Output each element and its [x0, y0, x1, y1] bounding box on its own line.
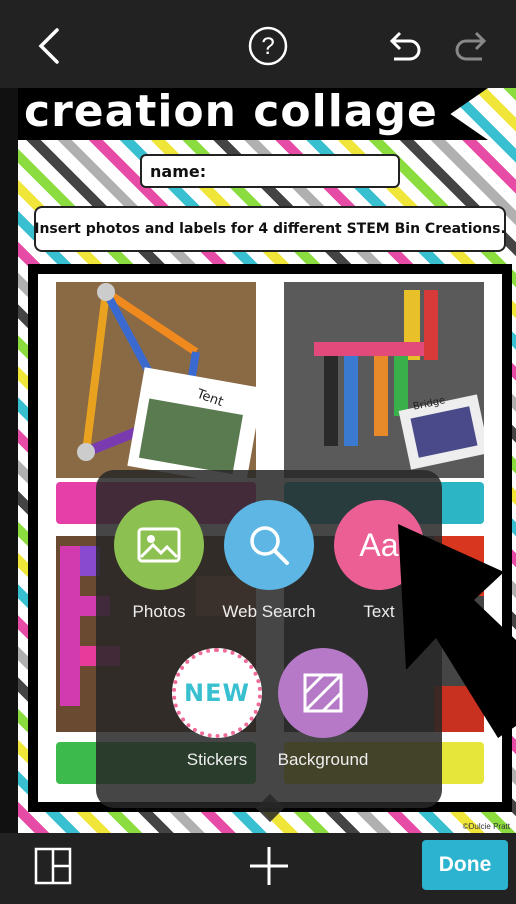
photos-label: Photos: [132, 602, 186, 621]
name-field[interactable]: name:: [140, 154, 400, 188]
stickers-label: Stickers: [186, 750, 248, 769]
image-icon: [137, 527, 181, 563]
web-search-label: Web Search: [222, 602, 316, 621]
background-label: Background: [277, 750, 369, 769]
credit-text: ©Dulcie Pratt: [462, 822, 510, 831]
instruction-box[interactable]: Insert photos and labels for 4 different…: [34, 206, 506, 252]
web-search-action[interactable]: Web Search: [210, 500, 328, 622]
instruction-text: Insert photos and labels for 4 different…: [34, 221, 506, 237]
undo-button[interactable]: [380, 22, 428, 70]
add-menu-popover: Photos Web Search Aa Text NEW Stickers B…: [96, 470, 442, 823]
stickers-circle[interactable]: NEW: [172, 648, 262, 738]
photo-bridge[interactable]: Bridge: [284, 282, 484, 478]
redo-button[interactable]: [448, 22, 496, 70]
stickers-action[interactable]: NEW Stickers: [170, 648, 264, 770]
stickers-icon: NEW: [184, 679, 250, 707]
back-button[interactable]: [26, 22, 74, 70]
background-icon: [303, 673, 343, 713]
layout-grid-icon: [34, 847, 72, 885]
layout-button[interactable]: [34, 847, 72, 885]
svg-text:?: ?: [261, 33, 274, 60]
top-toolbar: ?: [0, 0, 516, 88]
name-label: name:: [150, 162, 207, 181]
web-search-circle[interactable]: [224, 500, 314, 590]
background-action[interactable]: Background: [272, 648, 374, 770]
background-circle[interactable]: [278, 648, 368, 738]
photo-tent-structure[interactable]: Tent: [56, 282, 256, 478]
help-circle-icon: ?: [248, 26, 288, 66]
photos-action[interactable]: Photos: [112, 500, 206, 622]
add-button[interactable]: [248, 845, 290, 887]
redo-icon: [455, 31, 487, 61]
photos-circle[interactable]: [114, 500, 204, 590]
search-icon: [250, 526, 289, 565]
collage-title: creation collage: [24, 88, 438, 137]
tent-structure-image: Tent: [56, 282, 256, 478]
bridge-image: Bridge: [284, 282, 484, 478]
chevron-left-icon: [38, 28, 59, 64]
plus-icon: [250, 847, 288, 885]
pointer-arrow: [398, 524, 516, 738]
done-button[interactable]: Done: [422, 840, 508, 890]
undo-icon: [389, 31, 421, 61]
bottom-toolbar: Done: [0, 833, 516, 904]
help-button[interactable]: ?: [244, 22, 292, 70]
